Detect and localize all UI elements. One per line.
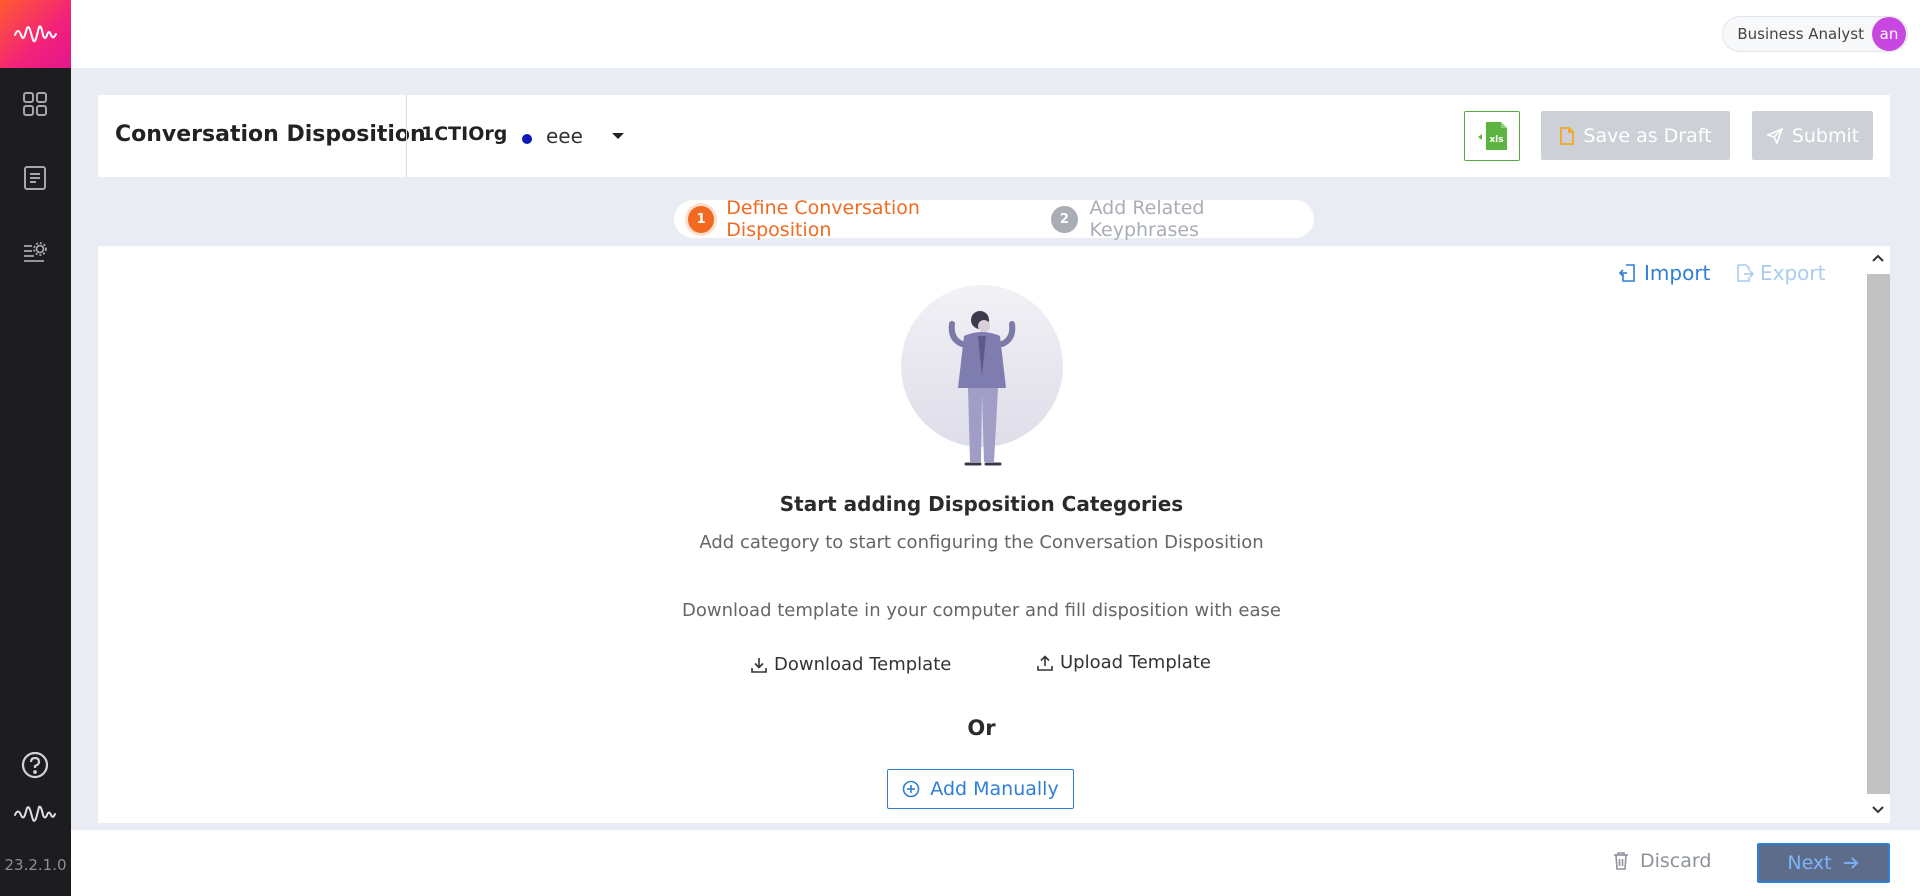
scrollbar-thumb[interactable] [1867,274,1890,794]
waveform-logo-icon[interactable] [0,0,71,68]
help-circle-icon[interactable] [18,748,52,782]
submit-button[interactable]: Submit [1752,111,1873,160]
import-icon [1618,264,1635,282]
next-label: Next [1787,852,1832,874]
add-manually-label: Add Manually [930,778,1059,800]
waveform-icon [13,797,57,831]
list-settings-icon[interactable] [18,235,52,269]
import-label: Import [1644,261,1711,285]
status-dot [522,134,532,144]
topbar: Business Analyst an [71,0,1920,68]
download-hint: Download template in your computer and f… [682,600,1281,621]
send-icon [1765,127,1784,145]
xls-file-icon: xls [1478,122,1507,150]
plus-circle-icon [902,780,920,798]
save-draft-label: Save as Draft [1583,124,1712,147]
sidebar: 23.2.1.0 [0,0,71,896]
next-button[interactable]: Next [1757,843,1890,883]
step-define-disposition[interactable]: 1 Define Conversation Disposition [688,197,1023,241]
upload-icon [1037,654,1053,671]
user-role-label: Business Analyst [1737,25,1864,43]
export-label: Export [1760,261,1826,285]
app-version: 23.2.1.0 [4,856,67,874]
add-manually-button[interactable]: Add Manually [887,769,1074,809]
person-shrugging-illustration [901,285,1063,466]
page-title: Conversation Disposition [115,122,426,147]
import-button[interactable]: Import [1618,261,1710,285]
step-label: Add Related Keyphrases [1089,197,1205,241]
or-separator: Or [967,716,996,740]
download-template-button[interactable]: Download Template [750,654,951,675]
environment-select[interactable]: eee [546,124,583,148]
avatar[interactable]: an [1872,17,1906,51]
chevron-down-icon[interactable] [612,133,624,139]
page-header: Conversation Disposition 1CTIOrg eee xls… [98,95,1890,177]
xls-label: xls [1489,135,1503,145]
step-add-keyphrases[interactable]: 2 Add Related Keyphrases [1051,197,1314,241]
discard-button[interactable]: Discard [1612,850,1711,872]
org-name: 1CTIOrg [421,123,508,145]
scroll-up-icon[interactable] [1865,248,1890,268]
upload-template-label: Upload Template [1060,652,1211,673]
trash-icon [1614,852,1628,870]
step-number: 1 [688,205,715,233]
file-icon [1560,126,1575,145]
step-number: 2 [1051,205,1078,233]
empty-state-title: Start adding Disposition Categories [779,492,1184,516]
grid-icon[interactable] [18,87,52,121]
upload-template-button[interactable]: Upload Template [1036,652,1211,673]
user-role-menu[interactable]: Business Analyst an [1722,16,1908,52]
arrow-right-icon [1843,857,1858,869]
save-draft-button[interactable]: Save as Draft [1541,111,1730,160]
export-button[interactable]: Export [1734,261,1825,285]
export-icon [1737,264,1754,282]
step-label: Define Conversation Disposition [726,197,920,241]
content-panel: Import Export Start adding Disposition C… [98,246,1865,823]
empty-state-subtitle: Add category to start configuring the Co… [699,532,1264,553]
submit-label: Submit [1791,124,1860,147]
download-template-label: Download Template [774,654,952,675]
footer: Discard Next [71,830,1920,896]
download-icon [751,657,767,673]
stepper: 1 Define Conversation Disposition 2 Add … [674,197,1314,241]
document-list-icon[interactable] [18,161,52,195]
discard-label: Discard [1640,850,1712,872]
header-divider [406,95,407,177]
scroll-down-icon[interactable] [1865,800,1890,820]
xls-export-button[interactable]: xls [1464,111,1520,161]
